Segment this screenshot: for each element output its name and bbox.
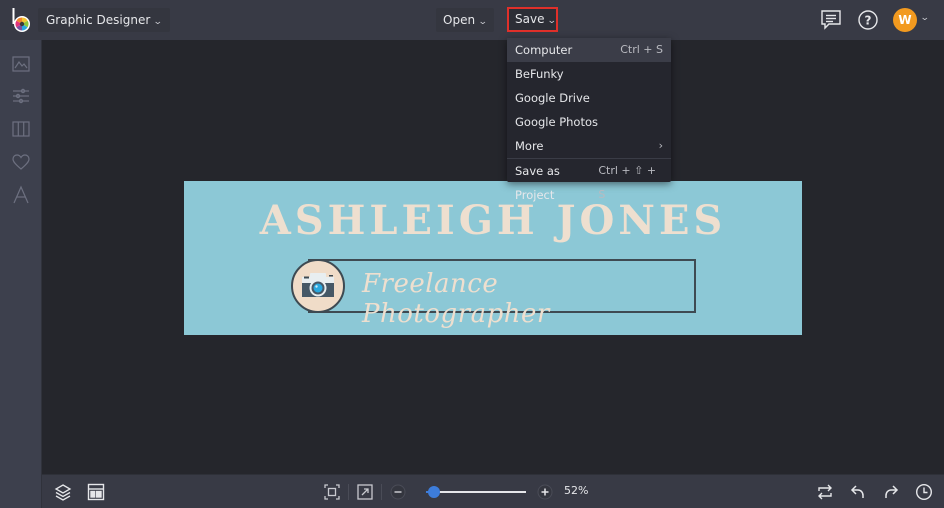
toolbar-divider [381,484,382,500]
save-label: Save [515,12,545,26]
zoom-percent-label: 52% [564,484,589,497]
menu-item-label: BeFunky [515,67,564,81]
menu-item-label: More [515,139,544,153]
menu-item-computer[interactable]: Computer Ctrl + S [507,38,671,62]
save-button[interactable]: Save ⌄ [507,7,558,32]
menu-item-label: Google Photos [515,115,599,129]
save-menu: Computer Ctrl + S BeFunky Google Drive G… [507,38,671,202]
customize-icon[interactable] [11,86,31,106]
chevron-right-icon: › [658,139,663,152]
menu-item-google-photos[interactable]: Google Photos [507,110,671,134]
toolbar-divider [348,484,349,500]
layers-icon[interactable] [54,483,72,501]
graphic-designer-dropdown[interactable]: Graphic Designer ⌄ [38,8,170,32]
undo-icon[interactable] [849,483,867,501]
chevron-down-icon: ⌄ [477,17,488,27]
zoom-in-icon[interactable] [536,483,554,501]
mode-label: Graphic Designer [46,13,151,27]
avatar-initial: W [898,13,912,27]
graphics-heart-icon[interactable] [11,152,31,172]
befunky-logo[interactable] [10,7,34,33]
chevron-down-icon: ⌄ [153,17,163,27]
camera-graphic[interactable] [291,259,345,313]
menu-item-label: Google Drive [515,91,590,105]
chevron-down-icon: ⌄ [547,16,558,26]
open-label: Open [443,13,476,27]
menu-item-shortcut: Ctrl + ⇧ + S [598,164,657,201]
menu-item-more[interactable]: More › [507,134,671,158]
image-manager-icon[interactable] [11,54,31,74]
zoom-slider[interactable] [426,486,526,498]
zoom-out-icon[interactable] [389,483,407,501]
user-avatar[interactable]: W [893,8,917,32]
design-canvas[interactable]: ASHLEIGH JONES Freelance Photographer [184,181,802,335]
menu-item-befunky[interactable]: BeFunky [507,62,671,86]
tagline-text[interactable]: Freelance Photographer [362,269,694,329]
flip-swap-icon[interactable] [816,483,834,501]
menu-item-label: Computer [515,43,573,57]
fit-to-screen-icon[interactable] [323,483,341,501]
menu-item-shortcut: Ctrl + S [620,43,663,56]
bottom-toolbar: 52% [42,474,944,508]
text-icon[interactable] [11,185,31,205]
menu-item-google-drive[interactable]: Google Drive [507,86,671,110]
help-icon[interactable]: ? [857,9,879,31]
menu-item-label: Save as Project [515,164,560,202]
open-button[interactable]: Open ⌄ [436,8,494,32]
zoom-slider-thumb[interactable] [428,486,440,498]
layout-template-icon[interactable] [87,483,105,501]
chat-icon[interactable] [820,9,842,31]
svg-text:?: ? [865,14,872,28]
design-title-text[interactable]: ASHLEIGH JONES [184,197,802,244]
menu-item-save-as-project[interactable]: Save as Project Ctrl + ⇧ + S [507,159,671,202]
account-chevron-icon[interactable]: ⌄ [920,13,930,23]
left-sidebar [0,40,42,508]
camera-icon [302,273,334,297]
actual-size-icon[interactable] [356,483,374,501]
layouts-icon[interactable] [11,119,31,139]
top-toolbar: Graphic Designer ⌄ Open ⌄ Save ⌄ ? W ⌄ [0,0,944,40]
tagline-frame[interactable]: Freelance Photographer [308,259,696,329]
redo-icon[interactable] [882,483,900,501]
history-clock-icon[interactable] [915,483,933,501]
